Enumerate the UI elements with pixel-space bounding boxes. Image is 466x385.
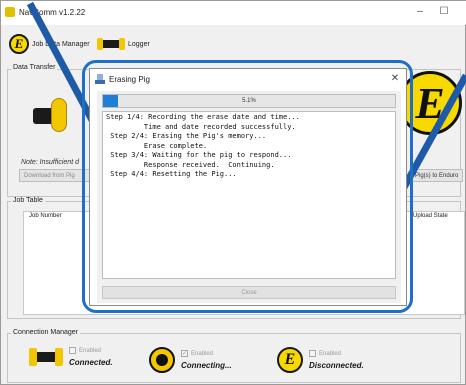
- maximize-button[interactable]: ☐: [433, 3, 455, 21]
- minimize-button[interactable]: –: [409, 3, 431, 21]
- erase-log: Step 1/4: Recording the erase date and t…: [102, 111, 396, 279]
- dialog-title: Erasing Pig: [109, 74, 150, 84]
- data-transfer-label: Data Transfer: [11, 64, 58, 71]
- dialog-title-bar: Erasing Pig: [90, 69, 406, 89]
- connection-status: Disconnected.: [309, 361, 364, 370]
- pig-device-image: [33, 98, 67, 132]
- title-bar: NavComm v1.2.22 – ☐: [1, 1, 466, 25]
- job-table-label: Job Table: [11, 197, 45, 204]
- erase-icon: [95, 74, 105, 84]
- enduro-logo-icon: E: [277, 347, 303, 373]
- tab-strip: E Job Data Manager Logger: [1, 25, 466, 61]
- dialog-body: 5.1% Step 1/4: Recording the erase date …: [97, 91, 401, 303]
- enable-checkbox[interactable]: ✓ Enabled: [181, 350, 232, 357]
- enable-checkbox[interactable]: Enabled: [69, 347, 113, 354]
- connection-status: Connected.: [69, 358, 113, 367]
- connection-enduro: E Enabled Disconnected.: [277, 347, 364, 373]
- enduro-logo-icon: E: [9, 34, 29, 54]
- connection-status: Connecting...: [181, 361, 232, 370]
- progress-text: 5.1%: [242, 98, 256, 104]
- upload-to-enduro-button[interactable]: Pig(s) to Enduro: [411, 169, 463, 182]
- erasing-pig-dialog: Erasing Pig ✕ 5.1% Step 1/4: Recording t…: [89, 68, 407, 306]
- tab-label: Job Data Manager: [32, 40, 90, 48]
- pig-icon: [97, 38, 125, 50]
- pig-icon: [29, 348, 63, 366]
- column-header-upload-state[interactable]: Upload State: [413, 213, 448, 219]
- enable-checkbox[interactable]: Enabled: [309, 350, 364, 357]
- connection-manager-label: Connection Manager: [11, 329, 80, 336]
- app-icon: [5, 7, 15, 17]
- insufficient-note: Note: Insufficient d: [21, 159, 79, 166]
- tab-label: Logger: [128, 40, 150, 48]
- connection-logger: Enabled Connected.: [29, 347, 113, 367]
- tab-logger[interactable]: Logger: [97, 31, 150, 57]
- column-header-job-number[interactable]: Job Number: [29, 213, 62, 219]
- erase-progress-bar: 5.1%: [102, 94, 396, 108]
- close-button[interactable]: Close: [102, 286, 396, 299]
- connection-probe: ✓ Enabled Connecting...: [149, 347, 232, 373]
- probe-icon: [149, 347, 175, 373]
- dialog-close-icon[interactable]: ✕: [388, 72, 402, 86]
